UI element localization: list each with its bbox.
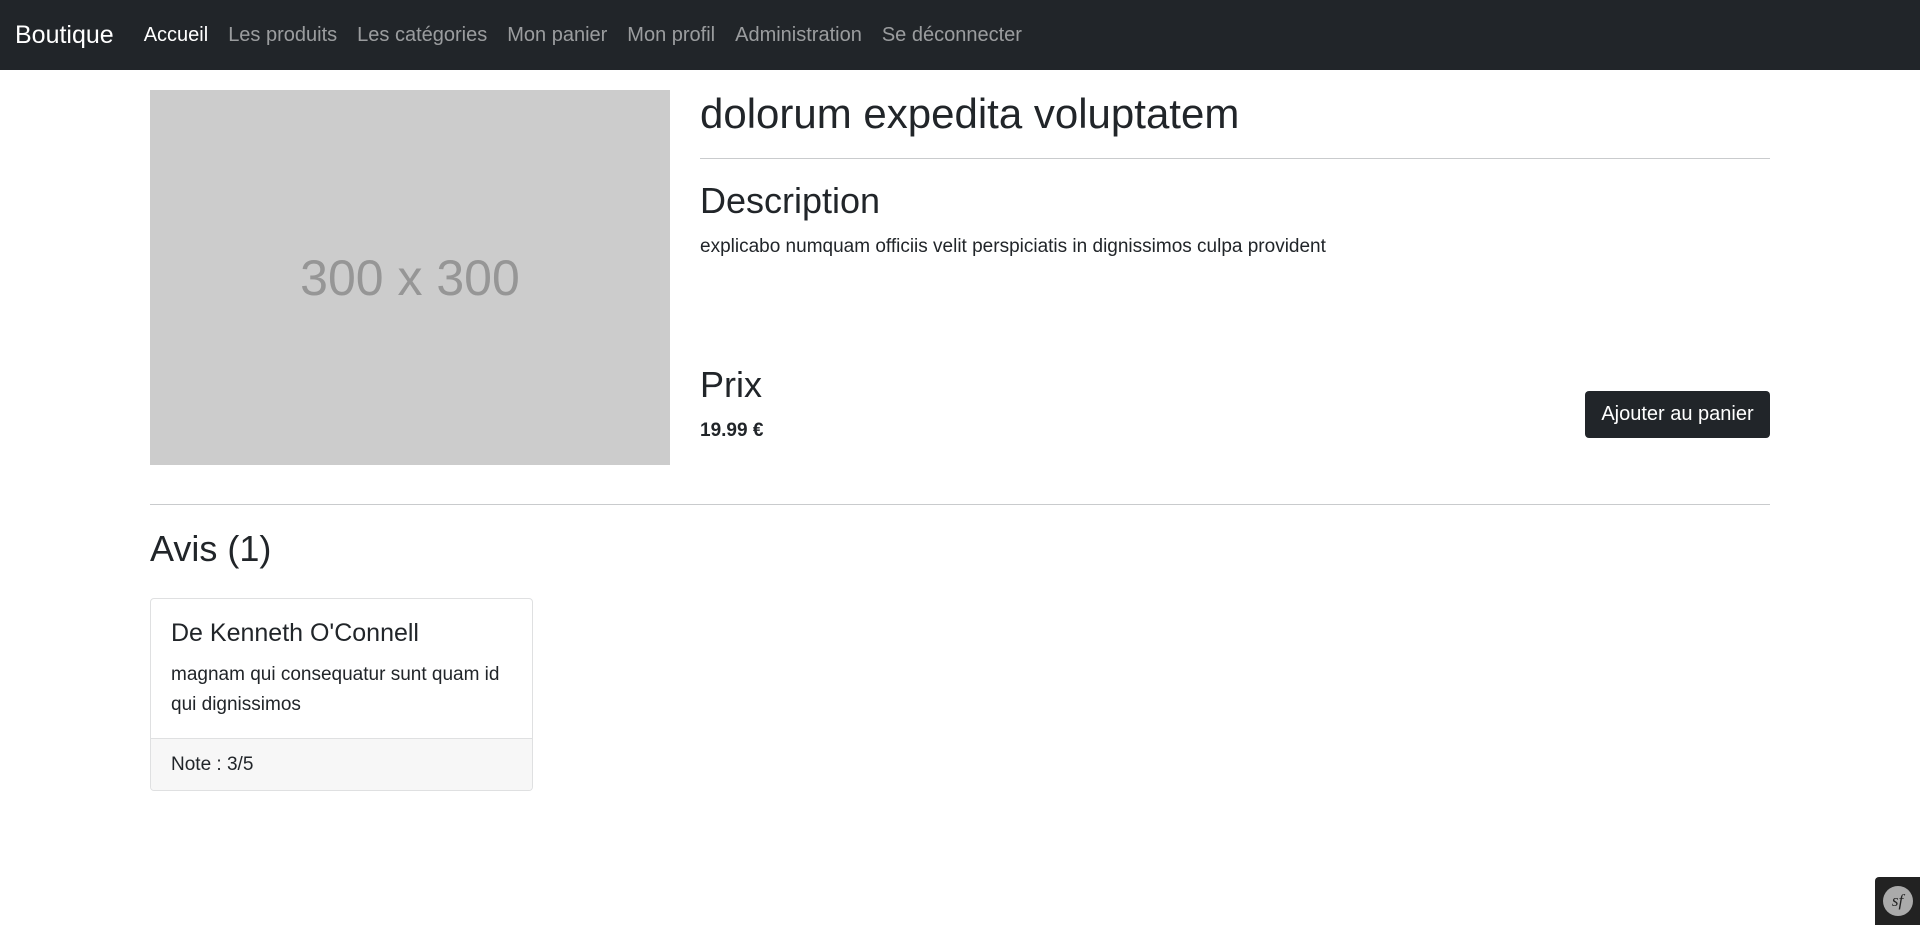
nav-link-produits[interactable]: Les produits	[228, 24, 337, 47]
symfony-debug-toolbar-toggle[interactable]: sf	[1875, 877, 1920, 925]
top-navbar: Boutique Accueil Les produits Les catégo…	[0, 0, 1920, 70]
review-text: magnam qui consequatur sunt quam id qui …	[171, 664, 500, 715]
nav-link-administration[interactable]: Administration	[735, 24, 862, 47]
price-heading: Prix	[700, 364, 762, 405]
description-heading: Description	[700, 180, 881, 221]
image-placeholder-text: 300 x 300	[300, 249, 520, 306]
symfony-logo-icon: sf	[1882, 886, 1913, 916]
nav-links: Accueil Les produits Les catégories Mon …	[144, 24, 1042, 47]
review-card-body: De Kenneth O'Connell magnam qui consequa…	[151, 599, 532, 739]
title-divider	[700, 158, 1770, 159]
review-rating: Note : 3/5	[151, 738, 532, 790]
section-divider	[150, 504, 1770, 505]
price-value: 19.99 €	[700, 420, 764, 441]
reviews-heading: Avis (1)	[150, 528, 272, 569]
nav-link-categories[interactable]: Les catégories	[357, 24, 487, 47]
review-author: De Kenneth O'Connell	[171, 619, 419, 647]
add-to-cart-button[interactable]: Ajouter au panier	[1585, 391, 1770, 438]
brand-logo[interactable]: Boutique	[15, 21, 114, 50]
nav-link-profil[interactable]: Mon profil	[627, 24, 715, 47]
review-card: De Kenneth O'Connell magnam qui consequa…	[150, 598, 533, 791]
description-text: explicabo numquam officiis velit perspic…	[700, 236, 1326, 257]
product-title: dolorum expedita voluptatem	[700, 90, 1240, 137]
nav-link-accueil[interactable]: Accueil	[144, 24, 208, 47]
product-image-placeholder: 300 x 300	[150, 90, 670, 465]
nav-link-deconnecter[interactable]: Se déconnecter	[882, 24, 1022, 47]
nav-link-panier[interactable]: Mon panier	[507, 24, 607, 47]
